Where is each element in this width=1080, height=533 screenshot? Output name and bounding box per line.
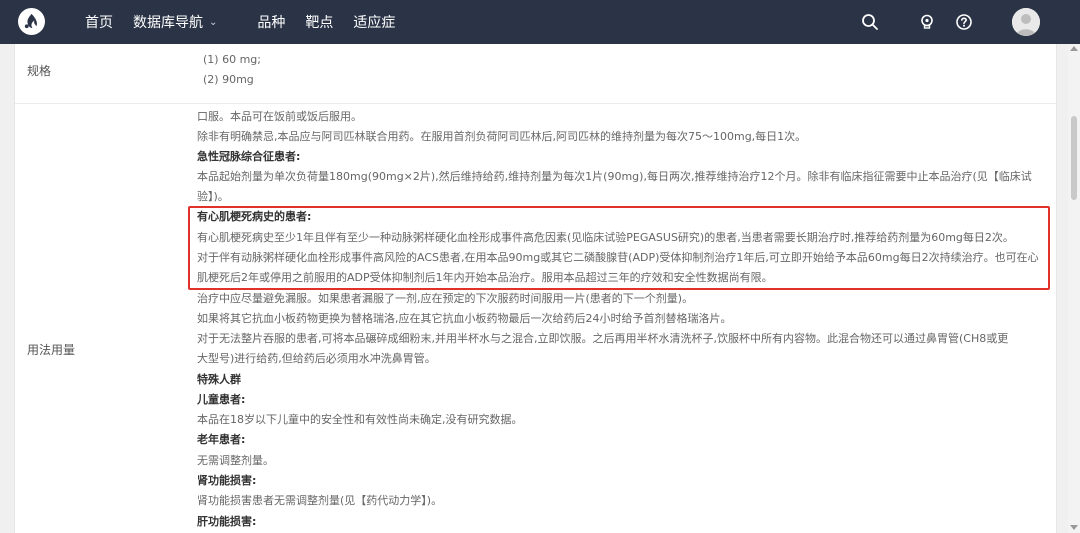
help-icon[interactable] — [955, 13, 973, 31]
nav-home[interactable]: 首页 — [85, 12, 113, 32]
usage-line: 如果将其它抗血小板药物更换为替格瑞洛,应在其它抗血小板药物最后一次给药后24小时… — [197, 312, 732, 325]
scroll-down-arrow-icon[interactable] — [1070, 525, 1078, 530]
spec-label: 规格 — [27, 64, 52, 78]
nav-home-label: 首页 — [85, 15, 113, 31]
scroll-thumb[interactable] — [1071, 116, 1077, 200]
user-avatar-icon — [1012, 8, 1040, 36]
lightbulb-icon[interactable] — [918, 13, 936, 31]
usage-subheading: 急性冠脉综合征患者: — [197, 150, 301, 163]
usage-line: 除非有明确禁忌,本品应与阿司匹林联合用药。在服用首剂负荷阿司匹林后,阿司匹林的维… — [197, 130, 807, 143]
scroll-up-arrow-icon[interactable] — [1070, 46, 1078, 51]
flame-logo-icon — [24, 13, 37, 29]
avatar[interactable] — [1012, 8, 1040, 36]
nav-targets-label: 靶点 — [305, 15, 334, 31]
usage-line: 大型号)进行给药,但给药后必须用水冲洗鼻胃管。 — [197, 352, 436, 365]
usage-line: 验】)。 — [197, 190, 229, 203]
drug-info-card: 规格 (1) 60 mg; (2) 90mg 用法用量 口服。本品可在饭前或饭后… — [14, 44, 1057, 533]
highlight-box — [188, 206, 1050, 290]
page-scrollbar[interactable] — [1068, 44, 1080, 533]
nav-targets[interactable]: 靶点 — [305, 12, 333, 32]
section-divider — [15, 103, 1056, 104]
usage-subheading: 肝功能损害: — [197, 515, 257, 528]
nav-varieties[interactable]: 品种 — [257, 12, 285, 32]
search-icon[interactable] — [861, 13, 879, 31]
usage-subheading: 儿童患者: — [197, 393, 246, 406]
spec-item: (1) 60 mg; — [203, 53, 261, 66]
usage-subheading: 特殊人群 — [197, 373, 241, 386]
usage-line: 治疗中应尽量避免漏服。如果患者漏服了一剂,应在预定的下次服药时间服用一片(患者的… — [197, 292, 694, 305]
nav-indications[interactable]: 适应症 — [353, 12, 395, 32]
usage-line: 无需调整剂量。 — [197, 454, 274, 467]
site-logo[interactable] — [18, 8, 45, 35]
usage-subheading: 老年患者: — [197, 433, 246, 446]
spec-item: (2) 90mg — [203, 73, 254, 86]
nav-varieties-label: 品种 — [257, 15, 286, 31]
usage-line: 对于无法整片吞服的患者,可将本品碾碎成细粉末,并用半杯水与之混合,立即饮服。之后… — [197, 332, 1009, 345]
nav-database[interactable]: 数据库导航 ⌄ — [133, 12, 217, 32]
top-nav-bar: 首页 数据库导航 ⌄ 品种 靶点 适应症 — [0, 0, 1080, 44]
usage-line: 肾功能损害患者无需调整剂量(见【药代动力学】)。 — [197, 494, 443, 507]
nav-database-label: 数据库导航 — [133, 15, 203, 31]
nav-indications-label: 适应症 — [353, 15, 396, 31]
usage-line: 口服。本品可在饭前或饭后服用。 — [197, 110, 362, 123]
main-nav: 首页 数据库导航 ⌄ 品种 靶点 适应症 — [85, 0, 415, 44]
usage-label: 用法用量 — [27, 343, 76, 357]
usage-line: 本品起始剂量为单次负荷量180mg(90mg×2片),然后维持给药,维持剂量为每… — [197, 170, 1032, 183]
chevron-down-icon: ⌄ — [209, 16, 218, 28]
usage-line: 本品在18岁以下儿童中的安全性和有效性尚未确定,没有研究数据。 — [197, 413, 523, 426]
usage-subheading: 肾功能损害: — [197, 474, 257, 487]
